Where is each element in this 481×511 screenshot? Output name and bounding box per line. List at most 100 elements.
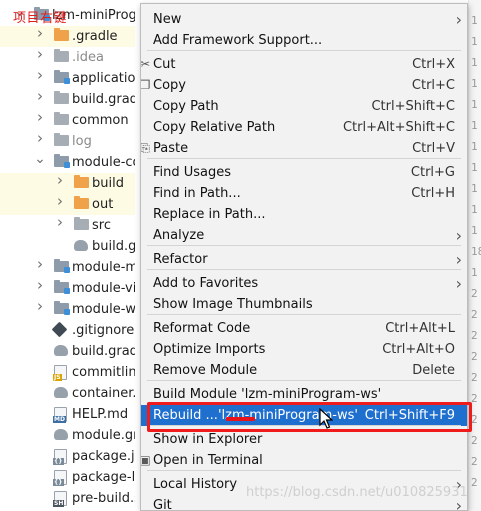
menu-item-new[interactable]: New › [141,9,467,30]
js-file-icon: JS [53,365,67,381]
submenu-arrow-icon: › [455,274,462,293]
menu-item-cut[interactable]: ✂ Cut Ctrl+X [141,54,467,75]
tree-row[interactable]: {} package-lock [0,467,135,488]
chevron-right-icon[interactable]: › [34,257,46,272]
copy-icon: ❐ [140,78,151,92]
tree-row[interactable]: › src [0,215,135,236]
chevron-right-icon[interactable]: › [54,215,66,230]
tree-row[interactable]: › build.gradles [0,89,135,110]
gutter-line-number: 1 [471,266,478,279]
module-folder-icon [54,259,70,273]
menu-item-copy[interactable]: ❐ Copy Ctrl+C [141,75,467,96]
menu-item-optimize-imports[interactable]: Optimize Imports Ctrl+Alt+O [141,339,467,360]
gutter-line-number: 1 [471,203,478,216]
chevron-right-icon[interactable]: › [34,110,46,125]
menu-item-add-to-favorites[interactable]: Add to Favorites › [141,273,467,294]
tree-row[interactable]: › log [0,131,135,152]
menu-item-show-in-explorer[interactable]: Show in Explorer [141,429,467,450]
menu-item-analyze[interactable]: Analyze › [141,225,467,246]
chevron-right-icon[interactable]: › [34,278,46,293]
menu-item-label: Paste [153,141,189,156]
menu-item-open-in-terminal[interactable]: ▣ Open in Terminal [141,450,467,471]
menu-item-reformat-code[interactable]: Reformat Code Ctrl+Alt+L [141,318,467,339]
gutter-line-number: 2 [471,371,478,384]
chevron-down-icon[interactable]: ⌄ [34,152,46,166]
tree-row[interactable]: › .idea [0,47,135,68]
excluded-folder-icon [74,196,89,209]
chevron-right-icon[interactable]: › [34,26,46,41]
tree-row[interactable]: .gitignore [0,320,135,341]
menu-item-label: Local History [153,477,238,492]
menu-item-copy-path[interactable]: Copy Path Ctrl+Shift+C [141,96,467,117]
tree-row[interactable]: MD HELP.md [0,404,135,425]
gutter-line-number: 18 [471,245,481,258]
tree-row[interactable]: › application-r [0,68,135,89]
tree-row[interactable]: › .gradle [0,26,135,47]
tree-row-label: src [92,218,111,233]
menu-item-label: Reformat Code [153,321,251,336]
tree-row[interactable]: build.gradle [0,341,135,362]
tree-row-label: HELP.md [72,407,129,422]
chevron-right-icon[interactable]: › [34,299,46,314]
submenu-arrow-icon: › [455,226,462,245]
menu-item-label: Analyze [153,228,205,243]
terminal-icon: ▣ [140,453,151,467]
chevron-right-icon[interactable]: › [34,47,46,62]
tree-row-label: out [92,197,114,212]
menu-item-copy-relative-path[interactable]: Copy Relative Path Ctrl+Alt+Shift+C [141,117,467,138]
menu-item-find-usages[interactable]: Find Usages Ctrl+G [141,162,467,183]
menu-item-add-framework-support[interactable]: Add Framework Support... [141,30,467,51]
json-file-icon: {} [53,449,67,465]
menu-item-find-in-path[interactable]: Find in Path... Ctrl+H [141,183,467,204]
menu-item-label: Copy Path [153,99,219,114]
menu-item-label: Add Framework Support... [153,33,323,48]
tree-row[interactable]: SH pre-build.sh [0,488,135,509]
tree-row[interactable]: ⌄ module-com [0,152,135,173]
tree-row-label: application-r [72,71,135,86]
menu-item-label: Show Image Thumbnails [153,297,313,312]
tree-row[interactable]: {} package.json [0,446,135,467]
shell-file-icon: SH [53,491,67,507]
git-icon [51,321,68,338]
menu-item-shortcut: Ctrl+Alt+L [385,321,455,336]
menu-item-label: Add to Favorites [153,276,259,291]
tree-row[interactable]: JS commitlint.co [0,362,135,383]
menu-item-label: Build Module 'lzm-miniProgram-ws' [153,387,382,402]
chevron-right-icon[interactable]: › [34,68,46,83]
tree-row[interactable]: › module-mee [0,257,135,278]
tree-row[interactable]: › out [0,194,135,215]
excluded-folder-icon [54,28,69,41]
gradle-icon [54,345,68,356]
gutter-line-number: 2 [471,476,478,489]
menu-item-paste[interactable]: ⎘ Paste Ctrl+V [141,138,467,159]
tree-row[interactable]: › common [0,110,135,131]
tree-row[interactable]: › module-visito [0,278,135,299]
menu-item-label: New [153,12,182,27]
menu-item-label: Cut [153,57,176,72]
menu-separator [147,50,461,51]
tree-row[interactable]: › build [0,173,135,194]
menu-separator [147,470,461,471]
menu-separator [147,269,461,270]
gutter-line-number: 2 [471,308,478,321]
menu-item-replace-in-path[interactable]: Replace in Path... [141,204,467,225]
markdown-file-icon: MD [53,407,67,423]
tree-row[interactable]: build.grad [0,236,135,257]
chevron-right-icon[interactable]: › [54,194,66,209]
chevron-right-icon[interactable]: › [34,89,46,104]
menu-separator [147,380,461,381]
gutter-line-number: 1 [471,35,478,48]
gutter-line-number: 2 [471,350,478,363]
menu-item-refactor[interactable]: Refactor › [141,249,467,270]
mouse-cursor-icon [319,408,333,429]
gutter-line-number: 1 [471,14,478,27]
chevron-right-icon[interactable]: › [34,131,46,146]
tree-row[interactable]: › module-wx-a [0,299,135,320]
menu-item-label: Replace in Path... [153,207,266,222]
chevron-right-icon[interactable]: › [54,173,66,188]
menu-item-remove-module[interactable]: Remove Module Delete [141,360,467,381]
tree-row[interactable]: container.gra [0,383,135,404]
tree-row[interactable]: module.grad [0,425,135,446]
menu-item-show-image-thumbnails[interactable]: Show Image Thumbnails [141,294,467,315]
scissors-icon: ✂ [140,57,151,71]
